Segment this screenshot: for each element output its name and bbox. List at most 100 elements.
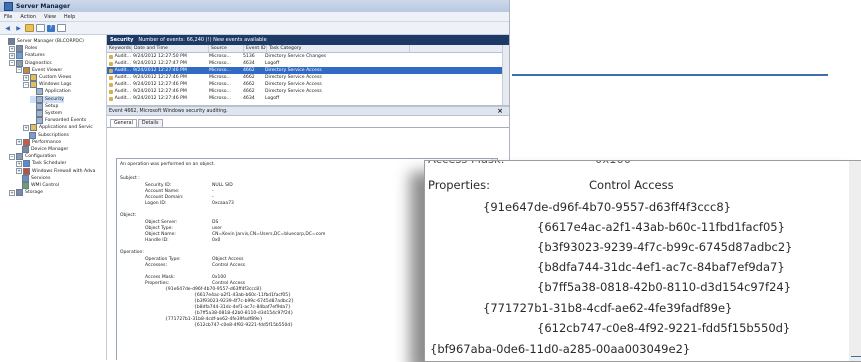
expand-icon[interactable]: + — [23, 74, 29, 81]
table-row[interactable]: Audit... 9/24/2012 12:27:46 PM Microso... 4… — [107, 95, 509, 102]
tree-item[interactable]: System — [30, 110, 62, 117]
zoom-property-line: {bf967aba-0de6-11d0-a285-00aa003049e2} — [430, 342, 691, 356]
table-row[interactable]: Audit... 9/24/2012 12:27:46 PM Microso... 4… — [107, 67, 509, 74]
expand-icon[interactable]: + — [23, 124, 29, 131]
tree-item[interactable]: WMI Control — [16, 182, 59, 189]
tree-item[interactable]: − Diagnostics — [9, 59, 52, 67]
tree-item[interactable]: − Event Viewer — [16, 66, 62, 74]
cell-category: Directory Service Access — [265, 68, 322, 73]
corner-accent — [851, 356, 861, 357]
view-icon[interactable] — [57, 24, 66, 32]
tree-item[interactable]: + Performance — [16, 138, 62, 146]
table-row[interactable]: Audit... 9/24/2012 12:27:46 PM Microso... 4… — [107, 74, 509, 81]
tree-item[interactable]: Services — [16, 174, 50, 182]
zoom-property-line: {b7ff5a38-0818-42b0-8110-d3d154c97f24} — [537, 280, 792, 294]
table-row[interactable]: Audit... 9/24/2012 12:27:50 PM Microso... 5… — [107, 53, 509, 60]
cell-category: Directory Service Access — [265, 75, 322, 80]
cell-id: 4662 — [243, 82, 255, 87]
tree-item[interactable]: − Configuration — [9, 153, 56, 161]
cell-source: Microso... — [209, 54, 231, 59]
tree-item[interactable]: + Custom Views — [23, 74, 71, 81]
expand-icon[interactable]: + — [9, 189, 15, 196]
column-source[interactable]: Source — [209, 45, 244, 52]
event-detail-line: 0x0 — [212, 238, 221, 243]
tree-item-label: Performance — [32, 139, 62, 145]
cell-keywords-text: Audit... — [114, 54, 131, 59]
expand-icon[interactable]: + — [9, 45, 15, 52]
forward-icon[interactable]: ▶ — [14, 24, 23, 32]
event-count: Number of events: 66,240 (!) New events … — [138, 37, 267, 43]
event-detail-line: - — [212, 195, 214, 200]
storage-icon — [16, 189, 23, 197]
expand-icon[interactable]: + — [16, 139, 22, 146]
event-detail-line: Access Mask: — [145, 275, 175, 280]
cell-keywords-text: Audit... — [114, 75, 131, 80]
event-detail-line: Object Server: — [145, 220, 178, 225]
menu-help[interactable]: Help — [64, 14, 75, 20]
tree-item[interactable]: − Windows Logs — [23, 81, 72, 89]
cell-id: 4662 — [243, 89, 255, 94]
menu-file[interactable]: File — [4, 14, 12, 20]
configuration-icon — [16, 153, 23, 161]
help-icon[interactable]: ? — [47, 24, 55, 32]
folder-icon — [30, 74, 37, 81]
expand-icon[interactable]: + — [16, 168, 22, 175]
column-keywords[interactable]: Keywords — [107, 45, 132, 52]
tree-item[interactable]: Application — [30, 88, 71, 96]
tree-item[interactable]: Forwarded Events — [30, 117, 87, 125]
tree-item-label: Forwarded Events — [45, 118, 87, 124]
tree-item[interactable]: + Storage — [9, 189, 43, 197]
event-grid: Keywords Date and Time Source Event ID T… — [107, 45, 509, 106]
collapse-icon[interactable]: − — [16, 67, 22, 74]
log-icon — [36, 117, 43, 125]
zoom-property-line: {b8dfa744-31dc-4ef1-ac7c-84baf7ef9da7} — [537, 260, 785, 274]
tree-item[interactable]: + Roles — [9, 45, 37, 53]
expand-icon[interactable]: + — [9, 52, 15, 59]
tree-item[interactable]: + Applications and Servic — [23, 124, 93, 132]
tree-item[interactable]: Device Manager — [16, 146, 68, 153]
cell-keywords: Audit... — [107, 60, 131, 67]
column-date-time[interactable]: Date and Time — [132, 45, 209, 52]
folder-icon[interactable] — [25, 24, 34, 32]
tab-general[interactable]: General — [110, 119, 137, 127]
column-event-id[interactable]: Event ID — [244, 45, 267, 52]
zoom-property-line: {6617e4ac-a2f1-43ab-b60c-11fbd1facf05} — [537, 220, 785, 234]
expand-icon[interactable]: + — [16, 160, 22, 167]
tree-item-label: Task Scheduler — [32, 161, 67, 167]
close-icon[interactable]: × — [497, 107, 503, 115]
tree-item-label: Diagnostics — [25, 60, 52, 66]
roles-icon — [16, 45, 23, 53]
tree-item[interactable]: + Task Scheduler — [16, 160, 67, 168]
event-detail-line: Object Name: — [145, 232, 176, 237]
tree-item[interactable]: Server Manager (BLCORPDC) — [2, 38, 84, 45]
event-rows: Audit... 9/24/2012 12:27:50 PM Microso... 5… — [107, 53, 509, 102]
zoom-property-line: 0x100 — [595, 161, 631, 166]
collapse-icon[interactable]: − — [9, 60, 15, 67]
tree-item[interactable]: + Features — [9, 52, 45, 60]
back-icon[interactable]: ◀ — [3, 24, 12, 32]
tree-item[interactable]: Setup — [30, 102, 58, 110]
table-row[interactable]: Audit... 9/24/2012 12:27:46 PM Microso... 4… — [107, 88, 509, 95]
cell-date: 9/24/2012 12:27:46 PM — [133, 68, 187, 73]
event-detail-line: Properties: — [145, 281, 170, 286]
tab-details[interactable]: Details — [137, 119, 163, 127]
event-detail-line: {b7ff5a38-0818-42b0-8110-d3d154c97f24} — [194, 311, 294, 316]
menu-action[interactable]: Action — [20, 14, 36, 20]
table-row[interactable]: Audit... 9/24/2012 12:27:46 PM Microso... 4… — [107, 81, 509, 88]
column-task-category[interactable]: Task Category — [267, 45, 410, 52]
table-row[interactable]: Audit... 9/24/2012 12:27:47 PM Microso... 4… — [107, 60, 509, 67]
tree-item[interactable]: Subscriptions — [23, 131, 69, 139]
audit-key-icon — [109, 82, 113, 87]
event-detail-line: {6617e4ac-a2f1-43ab-b60c-11fbd1facf05} — [194, 293, 292, 298]
zoom-property-line: {612cb747-c0e8-4f92-9221-fdd5f15b550d} — [537, 321, 791, 335]
tree-item[interactable]: Security — [30, 95, 64, 103]
properties-icon[interactable] — [36, 24, 45, 32]
tree-item[interactable]: + Windows Firewall with Adva — [16, 167, 95, 175]
cell-id: 4662 — [243, 75, 255, 80]
grid-scrollbar[interactable] — [502, 45, 509, 105]
cell-date: 9/24/2012 12:27:46 PM — [133, 96, 187, 101]
menu-view[interactable]: View — [44, 14, 56, 20]
collapse-icon[interactable]: − — [9, 153, 15, 160]
cell-date: 9/24/2012 12:27:46 PM — [133, 89, 187, 94]
collapse-icon[interactable]: − — [23, 81, 29, 88]
